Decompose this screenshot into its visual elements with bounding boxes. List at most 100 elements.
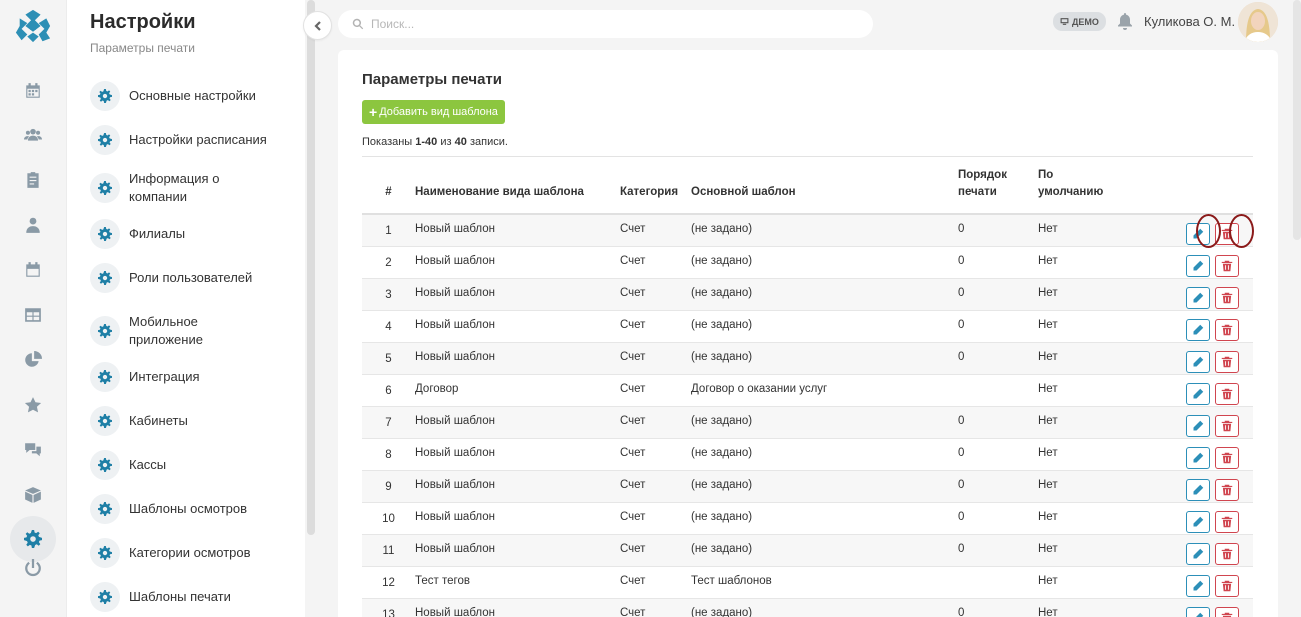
delete-button[interactable] bbox=[1215, 478, 1239, 501]
cell-default: Нет bbox=[1038, 310, 1186, 343]
delete-button[interactable] bbox=[1215, 350, 1239, 373]
delete-button[interactable] bbox=[1215, 542, 1239, 565]
edit-button[interactable] bbox=[1186, 318, 1210, 341]
users-icon[interactable] bbox=[22, 124, 44, 146]
sidebar-item-branches[interactable]: Филиалы bbox=[90, 219, 300, 249]
edit-button[interactable] bbox=[1186, 350, 1210, 373]
trash-icon bbox=[1221, 420, 1233, 432]
edit-button[interactable] bbox=[1186, 414, 1210, 437]
settings-icon[interactable] bbox=[22, 528, 44, 550]
schedule-icon[interactable] bbox=[22, 259, 44, 281]
edit-button[interactable] bbox=[1186, 510, 1210, 533]
column-header-category[interactable]: Категория bbox=[620, 162, 691, 215]
cell-num: 8 bbox=[362, 438, 415, 471]
delete-button[interactable] bbox=[1215, 382, 1239, 405]
delete-button[interactable] bbox=[1215, 414, 1239, 437]
edit-button[interactable] bbox=[1186, 286, 1210, 309]
column-header-default[interactable]: По умолчанию bbox=[1038, 162, 1186, 215]
delete-button[interactable] bbox=[1215, 510, 1239, 533]
sidebar-item-cabinets[interactable]: Кабинеты bbox=[90, 406, 300, 436]
sidebar-item-cash-registers[interactable]: Кассы bbox=[90, 450, 300, 480]
gear-icon bbox=[90, 450, 120, 480]
sidebar-item-schedule-settings[interactable]: Настройки расписания bbox=[90, 125, 300, 155]
column-header-num[interactable]: # bbox=[362, 162, 415, 215]
pencil-icon bbox=[1192, 548, 1204, 560]
pie-chart-icon[interactable] bbox=[22, 349, 44, 371]
edit-button[interactable] bbox=[1186, 382, 1210, 405]
cell-order: 0 bbox=[958, 406, 1038, 439]
delete-button[interactable] bbox=[1215, 574, 1239, 597]
page-scrollbar[interactable] bbox=[1293, 0, 1301, 240]
demo-label: ДЕМО bbox=[1072, 16, 1099, 27]
sidebar-scrollbar[interactable] bbox=[307, 0, 315, 535]
cell-num: 6 bbox=[362, 374, 415, 407]
sidebar-item-exam-categories[interactable]: Категории осмотров bbox=[90, 538, 300, 568]
table-row: 7 Новый шаблон Счет (не задано) 0 Нет bbox=[362, 406, 1253, 439]
table-row: 1 Новый шаблон Счет (не задано) 0 Нет bbox=[362, 214, 1253, 247]
edit-button[interactable] bbox=[1186, 446, 1210, 469]
search-bar[interactable] bbox=[338, 10, 873, 38]
cell-actions bbox=[1186, 278, 1253, 311]
add-button-label: Добавить вид шаблона bbox=[379, 106, 498, 118]
pencil-icon bbox=[1192, 260, 1204, 272]
monitor-icon bbox=[1060, 18, 1069, 25]
app-logo[interactable] bbox=[14, 7, 52, 45]
edit-button[interactable] bbox=[1186, 478, 1210, 501]
column-header-name[interactable]: Наименование вида шаблона bbox=[415, 162, 620, 215]
sidebar-item-print-templates[interactable]: Шаблоны печати bbox=[90, 582, 300, 612]
pencil-icon bbox=[1192, 516, 1204, 528]
cell-category: Счет bbox=[620, 566, 691, 599]
sidebar-item-label: Кабинеты bbox=[129, 413, 188, 428]
sidebar-item-label: Интеграция bbox=[129, 369, 200, 384]
column-header-order[interactable]: Порядок печати bbox=[958, 162, 1038, 215]
delete-button[interactable] bbox=[1215, 286, 1239, 309]
delete-button[interactable] bbox=[1215, 446, 1239, 469]
cell-order bbox=[958, 374, 1038, 407]
sidebar-item-label: Основные настройки bbox=[129, 88, 256, 103]
clipboard-icon[interactable] bbox=[22, 169, 44, 191]
edit-button[interactable] bbox=[1186, 542, 1210, 565]
user-name[interactable]: Куликова О. М. bbox=[1144, 14, 1235, 29]
table-icon[interactable] bbox=[22, 304, 44, 326]
sidebar-item-exam-templates[interactable]: Шаблоны осмотров bbox=[90, 494, 300, 524]
cell-category: Счет bbox=[620, 310, 691, 343]
trash-icon bbox=[1221, 452, 1233, 464]
trash-icon bbox=[1221, 292, 1233, 304]
cell-name: Тест тегов bbox=[415, 566, 620, 599]
gear-icon bbox=[90, 362, 120, 392]
cell-template: (не задано) bbox=[691, 342, 958, 375]
edit-button[interactable] bbox=[1186, 606, 1210, 617]
avatar[interactable] bbox=[1238, 2, 1278, 42]
table-row: 8 Новый шаблон Счет (не задано) 0 Нет bbox=[362, 438, 1253, 471]
table-row: 6 Договор Счет Договор о оказании услуг Нет bbox=[362, 374, 1253, 407]
cell-order: 0 bbox=[958, 502, 1038, 535]
cell-template: (не задано) bbox=[691, 278, 958, 311]
column-header-template[interactable]: Основной шаблон bbox=[691, 162, 958, 215]
doctor-icon[interactable] bbox=[22, 214, 44, 236]
power-icon[interactable] bbox=[22, 557, 44, 579]
edit-button[interactable] bbox=[1186, 574, 1210, 597]
search-input[interactable] bbox=[371, 17, 851, 31]
delete-button[interactable] bbox=[1215, 254, 1239, 277]
pencil-icon bbox=[1192, 292, 1204, 304]
star-icon[interactable] bbox=[22, 394, 44, 416]
chat-icon[interactable] bbox=[22, 439, 44, 461]
sidebar-item-main-settings[interactable]: Основные настройки bbox=[90, 81, 300, 111]
bell-icon[interactable] bbox=[1117, 13, 1133, 30]
sidebar-item-user-roles[interactable]: Роли пользователей bbox=[90, 263, 300, 293]
calendar-icon[interactable] bbox=[22, 80, 44, 102]
cell-category: Счет bbox=[620, 598, 691, 617]
edit-button[interactable] bbox=[1186, 254, 1210, 277]
sidebar-collapse-button[interactable] bbox=[303, 11, 332, 40]
sidebar-item-label: Информация о компании bbox=[129, 171, 220, 204]
sidebar-item-mobile-app[interactable]: Мобильное приложение bbox=[90, 313, 230, 349]
sidebar-item-company-info[interactable]: Информация о компании bbox=[90, 170, 230, 206]
add-template-type-button[interactable]: + Добавить вид шаблона bbox=[362, 100, 505, 124]
sidebar-item-integration[interactable]: Интеграция bbox=[90, 362, 300, 392]
box-icon[interactable] bbox=[22, 484, 44, 506]
delete-button[interactable] bbox=[1215, 606, 1239, 617]
table-row: 12 Тест тегов Счет Тест шаблонов Нет bbox=[362, 566, 1253, 599]
cell-actions bbox=[1186, 598, 1253, 617]
cell-name: Новый шаблон bbox=[415, 470, 620, 503]
delete-button[interactable] bbox=[1215, 318, 1239, 341]
